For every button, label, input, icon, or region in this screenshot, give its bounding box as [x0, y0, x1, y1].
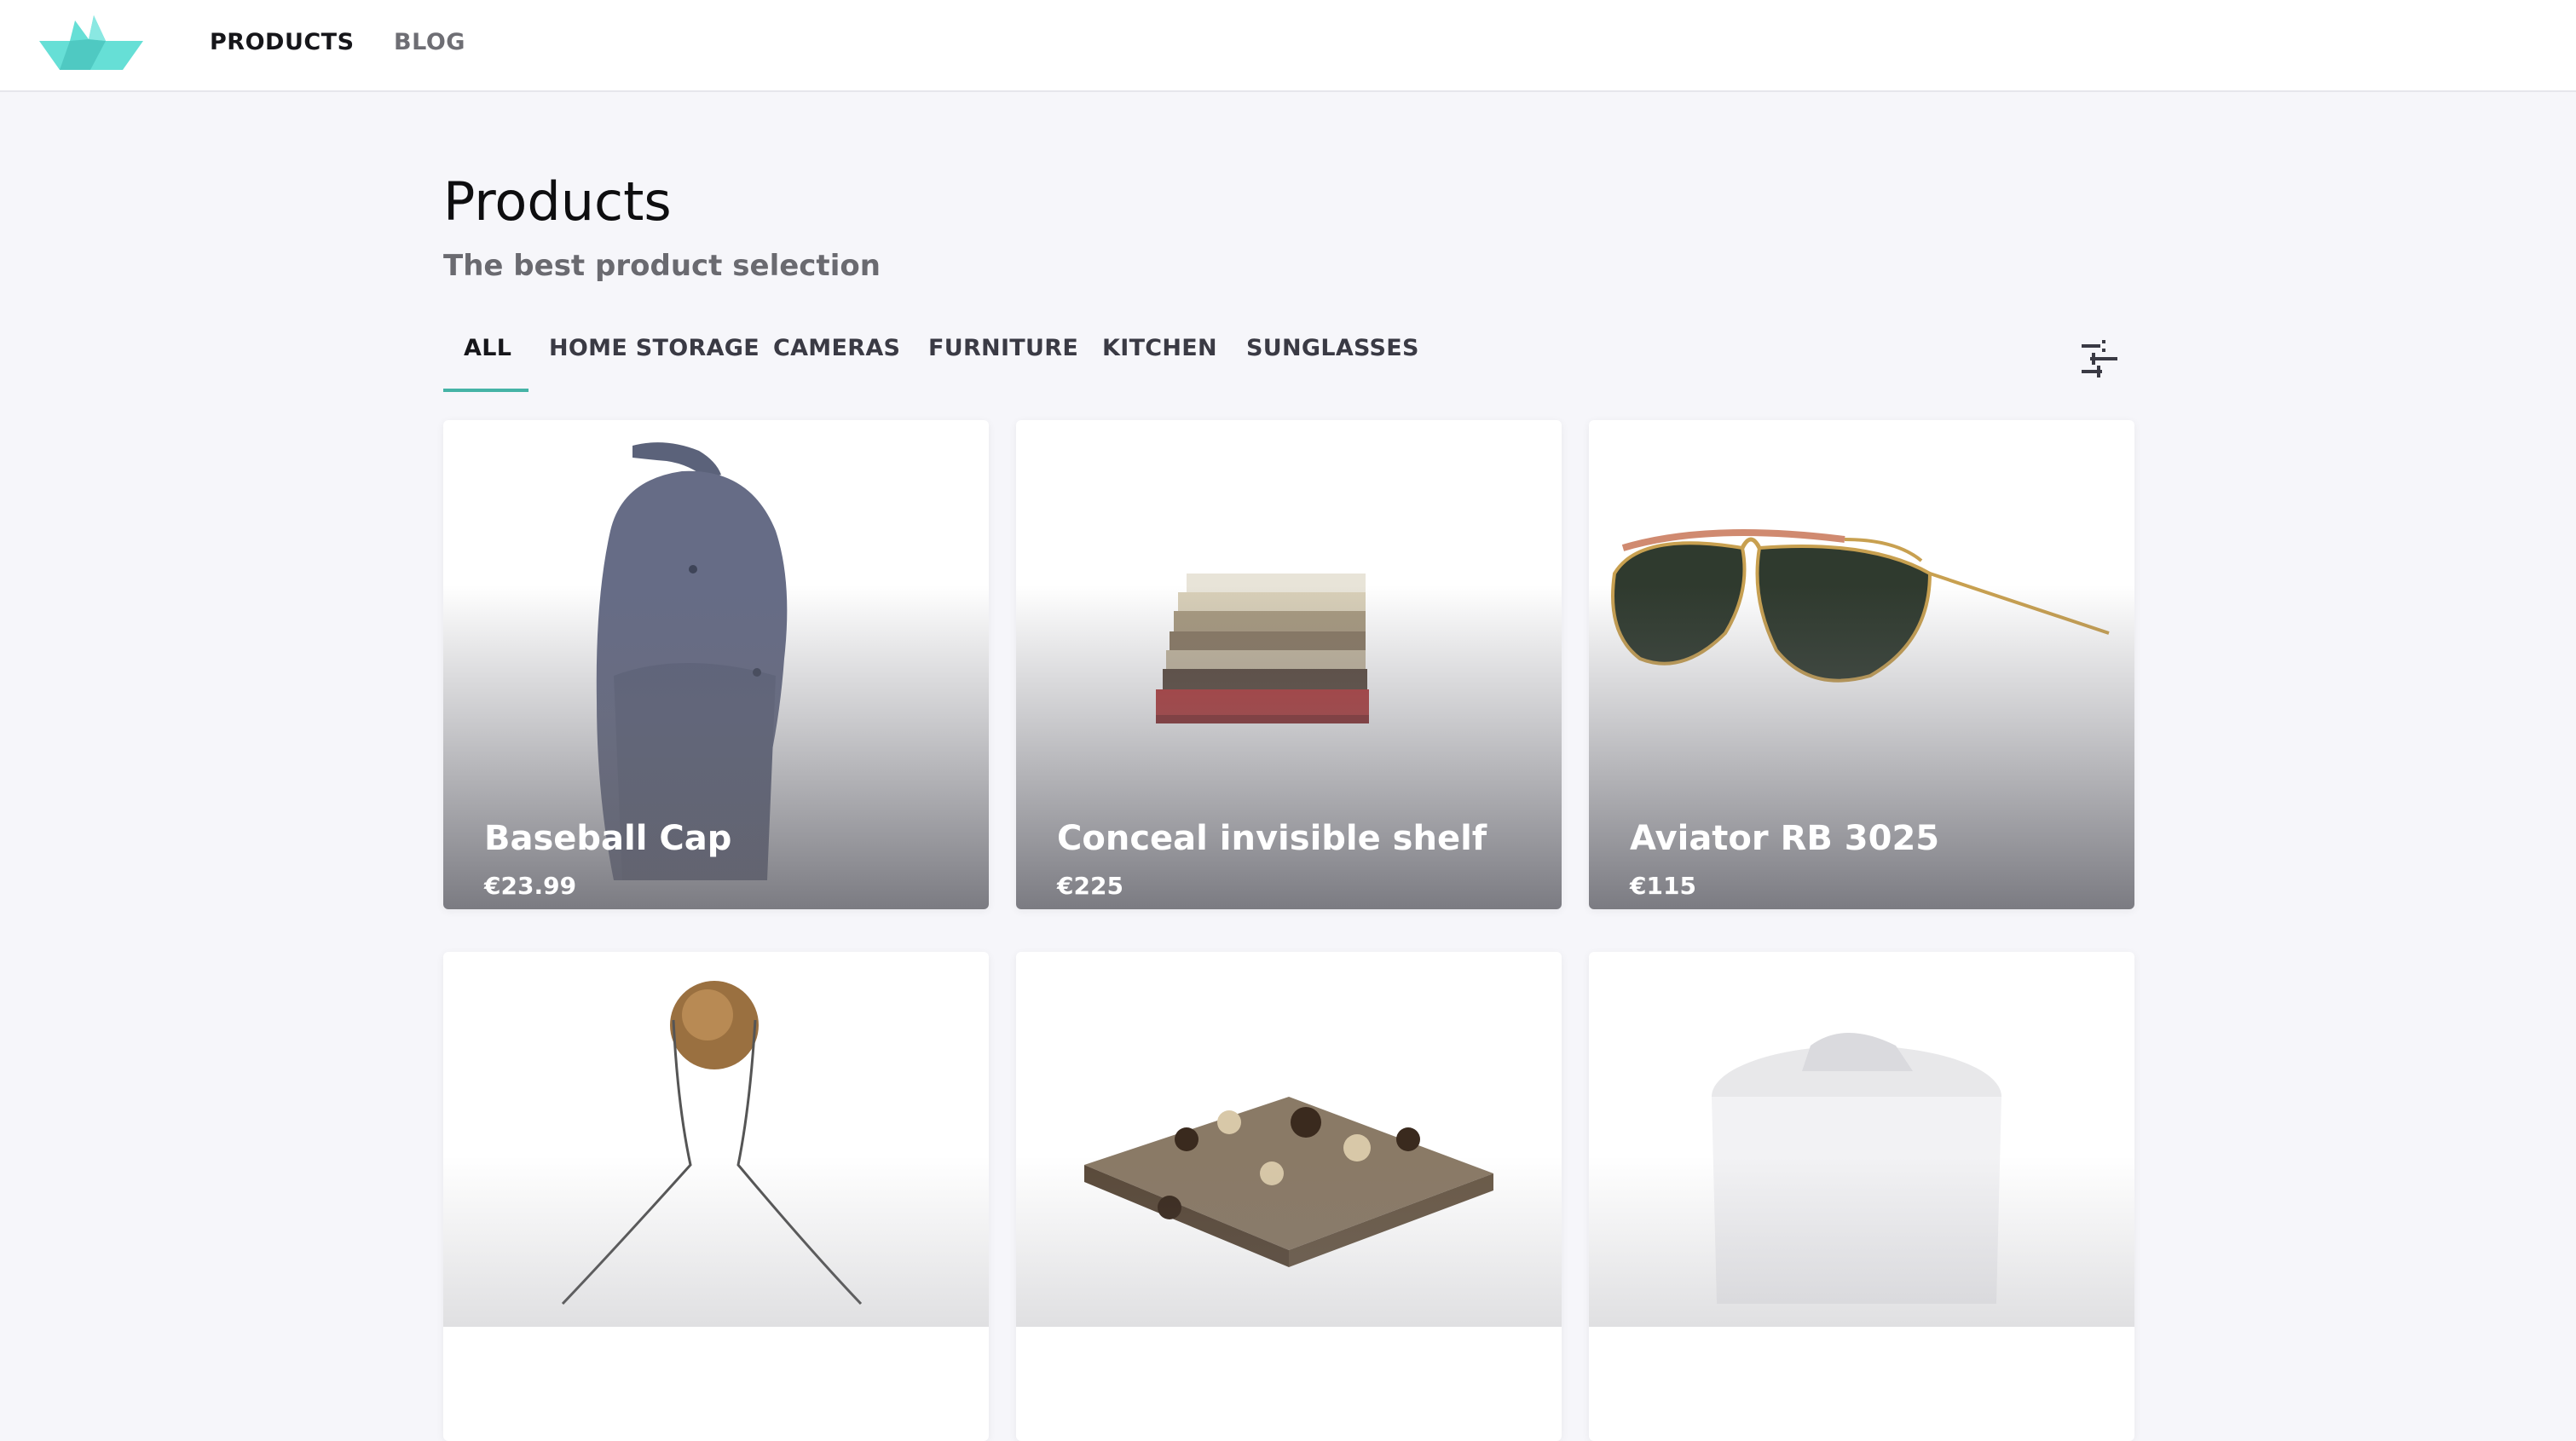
card-gradient-overlay — [443, 1156, 989, 1327]
tab-sunglasses[interactable]: SUNGLASSES — [1246, 332, 1419, 394]
product-card-chess-set[interactable] — [1016, 952, 1562, 1441]
product-card-carafe[interactable] — [443, 952, 989, 1441]
product-name: Aviator RB 3025 — [1630, 819, 1940, 858]
tab-cameras[interactable]: CAMERAS — [773, 332, 900, 394]
card-gradient-overlay — [1589, 585, 2134, 909]
tab-home-storage[interactable]: HOME STORAGE — [549, 332, 760, 394]
active-tab-indicator — [443, 389, 528, 392]
card-gradient-overlay — [443, 585, 989, 909]
card-gradient-overlay — [1016, 585, 1562, 909]
nav-products-link[interactable]: PRODUCTS — [210, 29, 355, 55]
card-gradient-overlay — [1016, 1156, 1562, 1327]
product-card-conceal-shelf[interactable]: Conceal invisible shelf €225 — [1016, 420, 1562, 909]
product-name: Baseball Cap — [484, 819, 732, 858]
page-subtitle: The best product selection — [443, 249, 881, 283]
product-price: €225 — [1057, 872, 1123, 900]
card-gradient-overlay — [1589, 1156, 2134, 1327]
tab-kitchen[interactable]: KITCHEN — [1102, 332, 1217, 394]
paper-boat-logo-icon[interactable] — [39, 15, 143, 73]
tab-all[interactable]: ALL — [464, 332, 511, 394]
product-card-baseball-cap[interactable]: Baseball Cap €23.99 — [443, 420, 989, 909]
product-price: €23.99 — [484, 872, 577, 900]
product-card-ceramic-jar[interactable] — [1589, 952, 2134, 1441]
sliders-icon[interactable] — [2078, 337, 2121, 380]
product-price: €115 — [1630, 872, 1696, 900]
product-card-aviator-sunglasses[interactable]: Aviator RB 3025 €115 — [1589, 420, 2134, 909]
page-title: Products — [443, 170, 672, 233]
tab-furniture[interactable]: FURNITURE — [928, 332, 1078, 394]
product-name: Conceal invisible shelf — [1057, 819, 1487, 858]
top-navigation-bar: PRODUCTS BLOG — [0, 0, 2576, 92]
nav-blog-link[interactable]: BLOG — [394, 29, 465, 55]
category-tabs: ALL HOME STORAGE CAMERAS FURNITURE KITCH… — [443, 332, 1892, 394]
